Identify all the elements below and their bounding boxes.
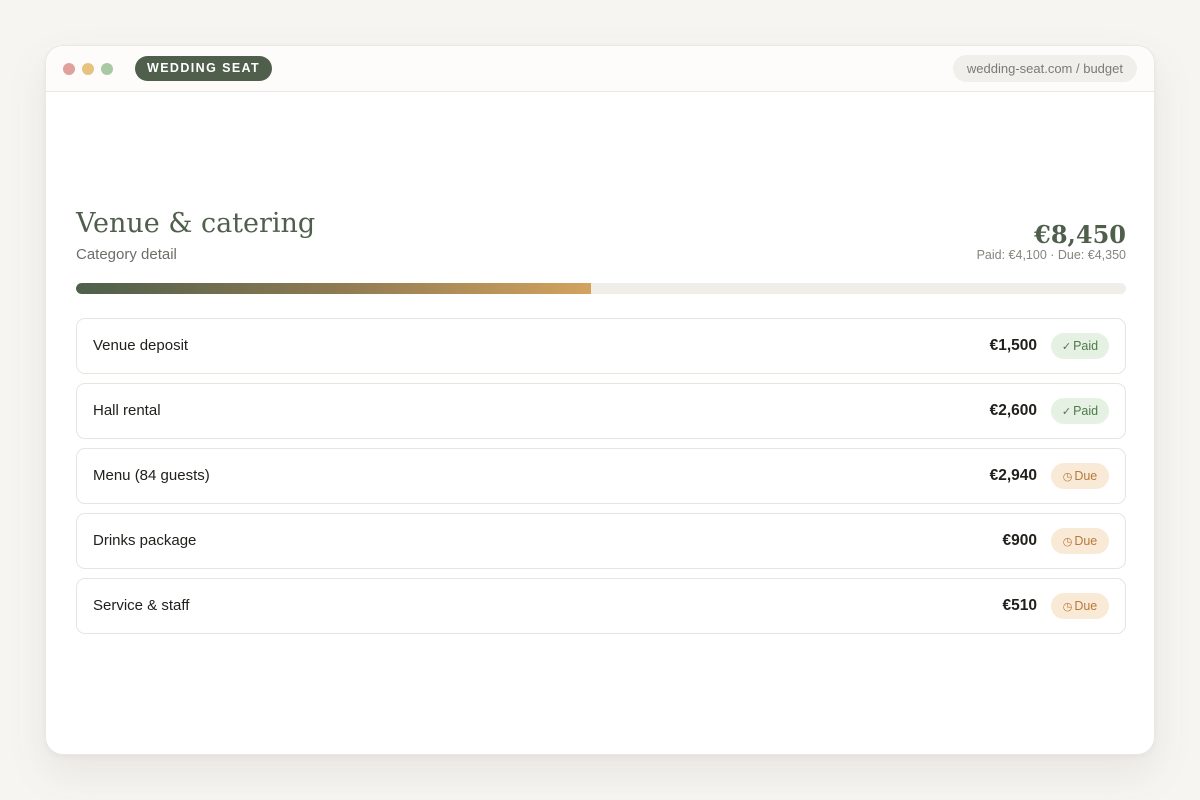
status-label: Due bbox=[1074, 599, 1098, 613]
status-badge: ✓ Paid bbox=[1051, 398, 1109, 424]
payment-progress-bar bbox=[76, 283, 1126, 294]
expense-item[interactable]: Hall rental €2,600 ✓ Paid bbox=[76, 383, 1126, 439]
status-badge: ✓ Paid bbox=[1051, 333, 1109, 359]
status-label: Due bbox=[1074, 469, 1098, 483]
expense-list: Venue deposit €1,500 ✓ Paid Hall rental €2,60… bbox=[76, 318, 1126, 643]
expense-item-name: Hall rental bbox=[93, 402, 161, 419]
clock-icon: ◷ bbox=[1062, 536, 1073, 548]
expense-item[interactable]: Service & staff €510 ◷ Due bbox=[76, 578, 1126, 634]
brand-badge[interactable]: WEDDING SEAT bbox=[135, 56, 273, 81]
expense-item-name: Drinks package bbox=[93, 532, 197, 549]
status-badge: ◷ Due bbox=[1051, 463, 1109, 489]
expense-item-amount: €510 bbox=[1002, 597, 1037, 614]
status-label: Due bbox=[1074, 534, 1098, 548]
status-badge: ◷ Due bbox=[1051, 593, 1109, 619]
expense-item-amount: €2,600 bbox=[989, 402, 1037, 419]
app-window: WEDDING SEAT wedding-seat.com / budget V… bbox=[45, 45, 1155, 755]
payment-progress-fill bbox=[76, 283, 591, 294]
status-label: Paid bbox=[1073, 404, 1099, 418]
expense-item-amount: €900 bbox=[1002, 532, 1037, 549]
clock-icon: ◷ bbox=[1062, 601, 1073, 613]
url-bar[interactable]: wedding-seat.com / budget bbox=[952, 55, 1137, 82]
expense-item-amount: €2,940 bbox=[989, 467, 1037, 484]
status-badge: ◷ Due bbox=[1051, 528, 1109, 554]
check-icon: ✓ bbox=[1061, 406, 1072, 418]
check-icon: ✓ bbox=[1061, 341, 1072, 353]
page-subtitle: Category detail bbox=[76, 246, 177, 263]
expense-item-amount: €1,500 bbox=[989, 337, 1037, 354]
expense-item[interactable]: Menu (84 guests) €2,940 ◷ Due bbox=[76, 448, 1126, 504]
page-title: Venue & catering bbox=[76, 208, 316, 239]
maximize-window-button[interactable] bbox=[101, 63, 113, 75]
clock-icon: ◷ bbox=[1062, 471, 1073, 483]
minimize-window-button[interactable] bbox=[82, 63, 94, 75]
close-window-button[interactable] bbox=[63, 63, 75, 75]
status-label: Paid bbox=[1073, 339, 1099, 353]
paid-due-summary: Paid: €4,100 · Due: €4,350 bbox=[976, 248, 1126, 262]
category-total: €8,450 bbox=[1034, 220, 1126, 249]
expense-item[interactable]: Drinks package €900 ◷ Due bbox=[76, 513, 1126, 569]
expense-item[interactable]: Venue deposit €1,500 ✓ Paid bbox=[76, 318, 1126, 374]
title-bar: WEDDING SEAT wedding-seat.com / budget bbox=[46, 46, 1154, 92]
expense-item-name: Venue deposit bbox=[93, 337, 189, 354]
expense-item-name: Service & staff bbox=[93, 597, 190, 614]
expense-item-name: Menu (84 guests) bbox=[93, 467, 210, 484]
